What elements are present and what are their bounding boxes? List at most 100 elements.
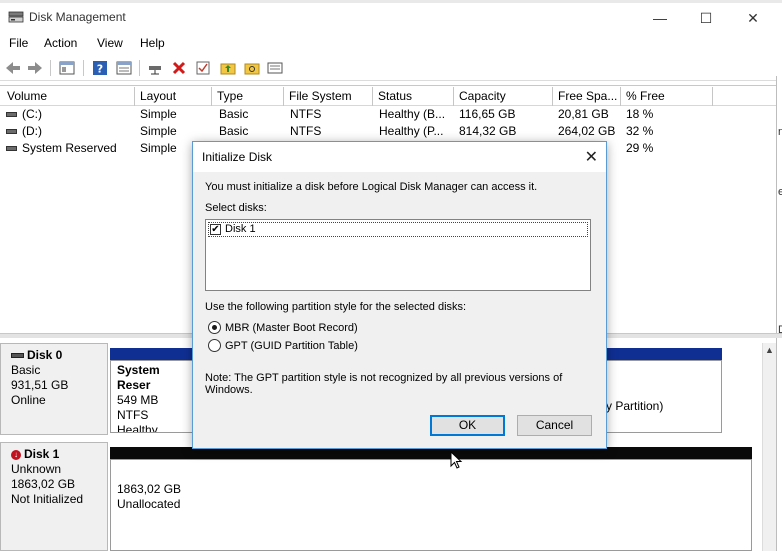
partition-name: System Reser: [117, 363, 160, 392]
dialog-close-icon[interactable]: ✕: [585, 147, 598, 167]
gpt-label[interactable]: GPT (GUID Partition Table): [225, 340, 358, 352]
column-header-layout[interactable]: Layout: [135, 87, 212, 106]
initialize-disk-dialog: Initialize Disk ✕ You must initialize a …: [192, 141, 607, 449]
disk-management-icon: [8, 11, 24, 23]
maximize-icon: ☐: [699, 9, 713, 26]
dialog-title-bar: Initialize Disk ✕: [193, 142, 606, 172]
menu-view[interactable]: View: [97, 36, 123, 50]
edge-text: n: [778, 126, 782, 138]
disk-0-type: Basic: [11, 363, 41, 377]
partition-status: Unallocated: [117, 497, 181, 511]
disks-listbox[interactable]: ✔ Disk 1: [205, 219, 591, 291]
scroll-up-icon[interactable]: ▲: [765, 345, 774, 355]
column-header-type[interactable]: Type: [212, 87, 284, 106]
column-header-file-system[interactable]: File System: [284, 87, 373, 106]
percent-free-cell: 18 %: [626, 107, 654, 121]
maximize-button[interactable]: ☐: [683, 7, 729, 29]
disk-icon: [11, 353, 24, 359]
disk-1-label[interactable]: ↓ Disk 1 Unknown 1863,02 GB Not Initializ…: [0, 442, 108, 551]
close-button[interactable]: ✕: [730, 7, 776, 29]
file-system-cell: NTFS: [290, 107, 322, 121]
table-row[interactable]: (D:) Simple Basic NTFS Healthy (P... 814…: [0, 123, 776, 140]
ok-button[interactable]: OK: [430, 415, 505, 436]
layout-cell: Simple: [140, 107, 177, 121]
minimize-button[interactable]: —: [637, 7, 683, 29]
volume-icon: [6, 112, 17, 117]
properties-icon[interactable]: [115, 59, 133, 77]
search-folder-icon[interactable]: [243, 59, 261, 77]
column-header-status[interactable]: Status: [373, 87, 454, 106]
minimize-icon: —: [653, 10, 667, 26]
console-tree-icon[interactable]: [58, 59, 76, 77]
menu-file[interactable]: File: [9, 36, 28, 50]
close-icon: ✕: [747, 9, 759, 26]
free-space-cell: 264,02 GB: [558, 124, 616, 138]
menu-action[interactable]: Action: [44, 36, 77, 50]
toolbar-separator: [50, 60, 51, 76]
svg-text:?: ?: [97, 63, 103, 76]
title-bar: Disk Management — ☐ ✕: [0, 3, 782, 31]
vertical-scrollbar[interactable]: ▲: [762, 343, 776, 551]
connect-disk-icon[interactable]: [146, 59, 164, 77]
disk-0-state: Online: [11, 393, 46, 407]
toolbar: ?: [0, 55, 776, 81]
checklist-icon[interactable]: [194, 59, 212, 77]
status-cell: Healthy (P...: [379, 124, 444, 138]
dialog-title: Initialize Disk: [202, 150, 273, 164]
layout-cell: Simple: [140, 141, 177, 155]
folder-up-icon[interactable]: [219, 59, 237, 77]
edge-text: e: [778, 186, 782, 198]
disk-1-size: 1863,02 GB: [11, 477, 76, 491]
volume-icon: [6, 146, 17, 151]
table-row[interactable]: (C:) Simple Basic NTFS Healthy (B... 116…: [0, 106, 776, 123]
partition-style-label: Use the following partition style for th…: [205, 301, 467, 313]
volume-name: System Reserved: [22, 141, 117, 155]
toolbar-separator: [139, 60, 140, 76]
menu-help[interactable]: Help: [140, 36, 165, 50]
dialog-intro-text: You must initialize a disk before Logica…: [205, 181, 538, 193]
disk-1-state: Not Initialized: [11, 492, 84, 506]
mbr-radio[interactable]: [208, 321, 221, 334]
volume-name: (C:): [22, 107, 42, 121]
right-panel-edge: n e D: [776, 76, 782, 551]
disk-item-label: Disk 1: [225, 223, 256, 235]
column-header-volume[interactable]: Volume: [2, 87, 135, 106]
type-cell: Basic: [219, 124, 249, 138]
type-cell: Basic: [219, 107, 249, 121]
gpt-radio[interactable]: [208, 339, 221, 352]
capacity-cell: 116,65 GB: [459, 107, 516, 121]
partition-status: y Partition): [606, 399, 664, 413]
partition-size: 1863,02 GB: [117, 482, 182, 496]
gpt-note: Note: The GPT partition style is not rec…: [205, 372, 563, 396]
disk-not-initialized-icon: ↓: [11, 449, 21, 460]
disk-1-checkbox[interactable]: ✔: [210, 224, 221, 235]
data-partition[interactable]: y Partition): [600, 360, 722, 433]
list-item[interactable]: ✔ Disk 1: [208, 222, 588, 237]
disk-0-size: 931,51 GB: [11, 378, 69, 392]
help-icon[interactable]: ?: [91, 59, 109, 77]
view-list-icon[interactable]: [266, 59, 284, 77]
column-header-free-space[interactable]: Free Spa...: [553, 87, 621, 106]
file-system-cell: NTFS: [290, 124, 322, 138]
unallocated-partition[interactable]: 1863,02 GB Unallocated: [110, 459, 752, 551]
back-arrow-icon[interactable]: [4, 59, 22, 77]
capacity-cell: 814,32 GB: [459, 124, 517, 138]
system-reserved-partition[interactable]: System Reser 549 MB NTFS Healthy (Syste: [110, 360, 200, 433]
free-space-cell: 20,81 GB: [558, 107, 609, 121]
column-header-percent-free[interactable]: % Free: [621, 87, 713, 106]
mouse-cursor-icon: [450, 451, 463, 469]
layout-cell: Simple: [140, 124, 177, 138]
delete-icon[interactable]: [170, 59, 188, 77]
disk-0-label[interactable]: Disk 0 Basic 931,51 GB Online: [0, 343, 108, 435]
partition-status: Healthy (Syste: [117, 423, 158, 433]
status-cell: Healthy (B...: [379, 107, 446, 121]
disk-1-type: Unknown: [11, 462, 62, 476]
cancel-button[interactable]: Cancel: [517, 415, 592, 436]
column-header-capacity[interactable]: Capacity: [454, 87, 553, 106]
disk-1-name: Disk 1: [24, 447, 60, 461]
toolbar-separator: [83, 60, 84, 76]
mbr-label[interactable]: MBR (Master Boot Record): [225, 322, 358, 334]
volume-list-header: Volume Layout Type File System Status Ca…: [0, 87, 776, 106]
partition-detail: 549 MB NTFS: [117, 393, 159, 422]
forward-arrow-icon[interactable]: [26, 59, 44, 77]
